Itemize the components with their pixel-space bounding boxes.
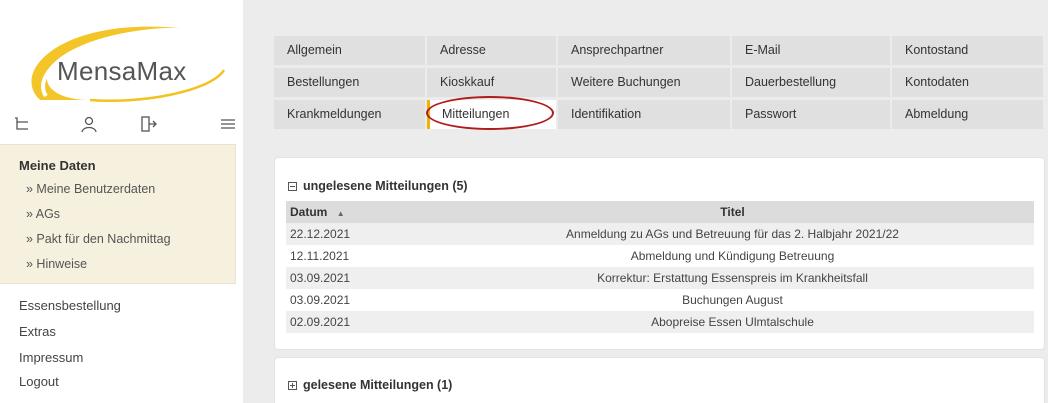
collapse-icon	[288, 181, 297, 191]
unread-messages-toggle[interactable]: ungelesene Mitteilungen (5)	[288, 179, 468, 193]
tab-allgemein[interactable]: Allgemein	[274, 36, 427, 65]
tab-krankmeldungen[interactable]: Krankmeldungen	[274, 100, 427, 129]
meine-daten-menu: Meine Daten » Meine Benutzerdaten » AGs …	[0, 144, 236, 284]
sidebar: MensaMax Meine Daten » Meine Benutzerdat…	[0, 0, 243, 403]
row-date: 03.09.2021	[286, 267, 431, 289]
column-date-label: Datum	[290, 205, 328, 219]
messages-table: Datum ▲ Titel 22.12.2021 Anmeldung zu AG…	[286, 201, 1034, 333]
menu-item-pakt[interactable]: » Pakt für den Nachmittag	[26, 232, 171, 246]
toolbar-icons	[0, 108, 243, 140]
read-messages-toggle[interactable]: gelesene Mitteilungen (1)	[288, 378, 452, 392]
row-title: Buchungen August	[431, 289, 1034, 311]
row-title: Anmeldung zu AGs und Betreuung für das 2…	[431, 223, 1034, 245]
link-logout[interactable]: Logout	[19, 374, 59, 389]
table-row[interactable]: 22.12.2021 Anmeldung zu AGs und Betreuun…	[286, 223, 1034, 245]
mensamax-logo[interactable]: MensaMax	[20, 22, 225, 104]
tab-passwort[interactable]: Passwort	[732, 100, 892, 129]
expand-icon	[288, 380, 297, 390]
hamburger-menu-icon[interactable]	[216, 112, 240, 136]
unread-messages-heading: ungelesene Mitteilungen (5)	[303, 179, 468, 193]
table-row[interactable]: 03.09.2021 Korrektur: Erstattung Essensp…	[286, 267, 1034, 289]
tab-identifikation[interactable]: Identifikation	[558, 100, 732, 129]
tab-adresse[interactable]: Adresse	[427, 36, 558, 65]
row-date: 22.12.2021	[286, 223, 431, 245]
menu-item-benutzerdaten[interactable]: » Meine Benutzerdaten	[26, 182, 155, 196]
tab-dauerbestellung[interactable]: Dauerbestellung	[732, 68, 892, 97]
tab-kioskkauf[interactable]: Kioskkauf	[427, 68, 558, 97]
tab-kontodaten[interactable]: Kontodaten	[892, 68, 1045, 97]
column-header-date[interactable]: Datum ▲	[286, 201, 431, 223]
user-icon[interactable]	[77, 112, 101, 136]
tab-mitteilungen[interactable]: Mitteilungen	[427, 100, 558, 129]
cart-icon[interactable]	[10, 112, 34, 136]
row-date: 12.11.2021	[286, 245, 431, 267]
read-messages-heading: gelesene Mitteilungen (1)	[303, 378, 453, 392]
row-title: Abopreise Essen Ulmtalschule	[431, 311, 1034, 333]
logo-text: MensaMax	[57, 56, 187, 86]
read-messages-panel: gelesene Mitteilungen (1)	[274, 357, 1045, 403]
table-row[interactable]: 02.09.2021 Abopreise Essen Ulmtalschule	[286, 311, 1034, 333]
link-essensbestellung[interactable]: Essensbestellung	[19, 298, 121, 313]
main-content: Allgemein Adresse Ansprechpartner E-Mail…	[243, 0, 1048, 403]
menu-item-hinweise[interactable]: » Hinweise	[26, 257, 87, 271]
link-impressum[interactable]: Impressum	[19, 350, 83, 365]
menu-section-title[interactable]: Meine Daten	[19, 158, 96, 173]
tab-abmeldung[interactable]: Abmeldung	[892, 100, 1045, 129]
row-title: Abmeldung und Kündigung Betreuung	[431, 245, 1034, 267]
unread-messages-panel: ungelesene Mitteilungen (5) Datum ▲ Tite…	[274, 157, 1045, 350]
logout-icon[interactable]	[137, 112, 161, 136]
column-header-title[interactable]: Titel	[431, 201, 1034, 223]
tab-weitere-buchungen[interactable]: Weitere Buchungen	[558, 68, 732, 97]
tab-ansprechpartner[interactable]: Ansprechpartner	[558, 36, 732, 65]
table-row[interactable]: 03.09.2021 Buchungen August	[286, 289, 1034, 311]
menu-item-ags[interactable]: » AGs	[26, 207, 60, 221]
tab-kontostand[interactable]: Kontostand	[892, 36, 1045, 65]
link-extras[interactable]: Extras	[19, 324, 56, 339]
table-row[interactable]: 12.11.2021 Abmeldung und Kündigung Betre…	[286, 245, 1034, 267]
tab-bestellungen[interactable]: Bestellungen	[274, 68, 427, 97]
row-date: 03.09.2021	[286, 289, 431, 311]
row-date: 02.09.2021	[286, 311, 431, 333]
tab-email[interactable]: E-Mail	[732, 36, 892, 65]
row-title: Korrektur: Erstattung Essenspreis im Kra…	[431, 267, 1034, 289]
sort-asc-icon: ▲	[336, 209, 345, 218]
